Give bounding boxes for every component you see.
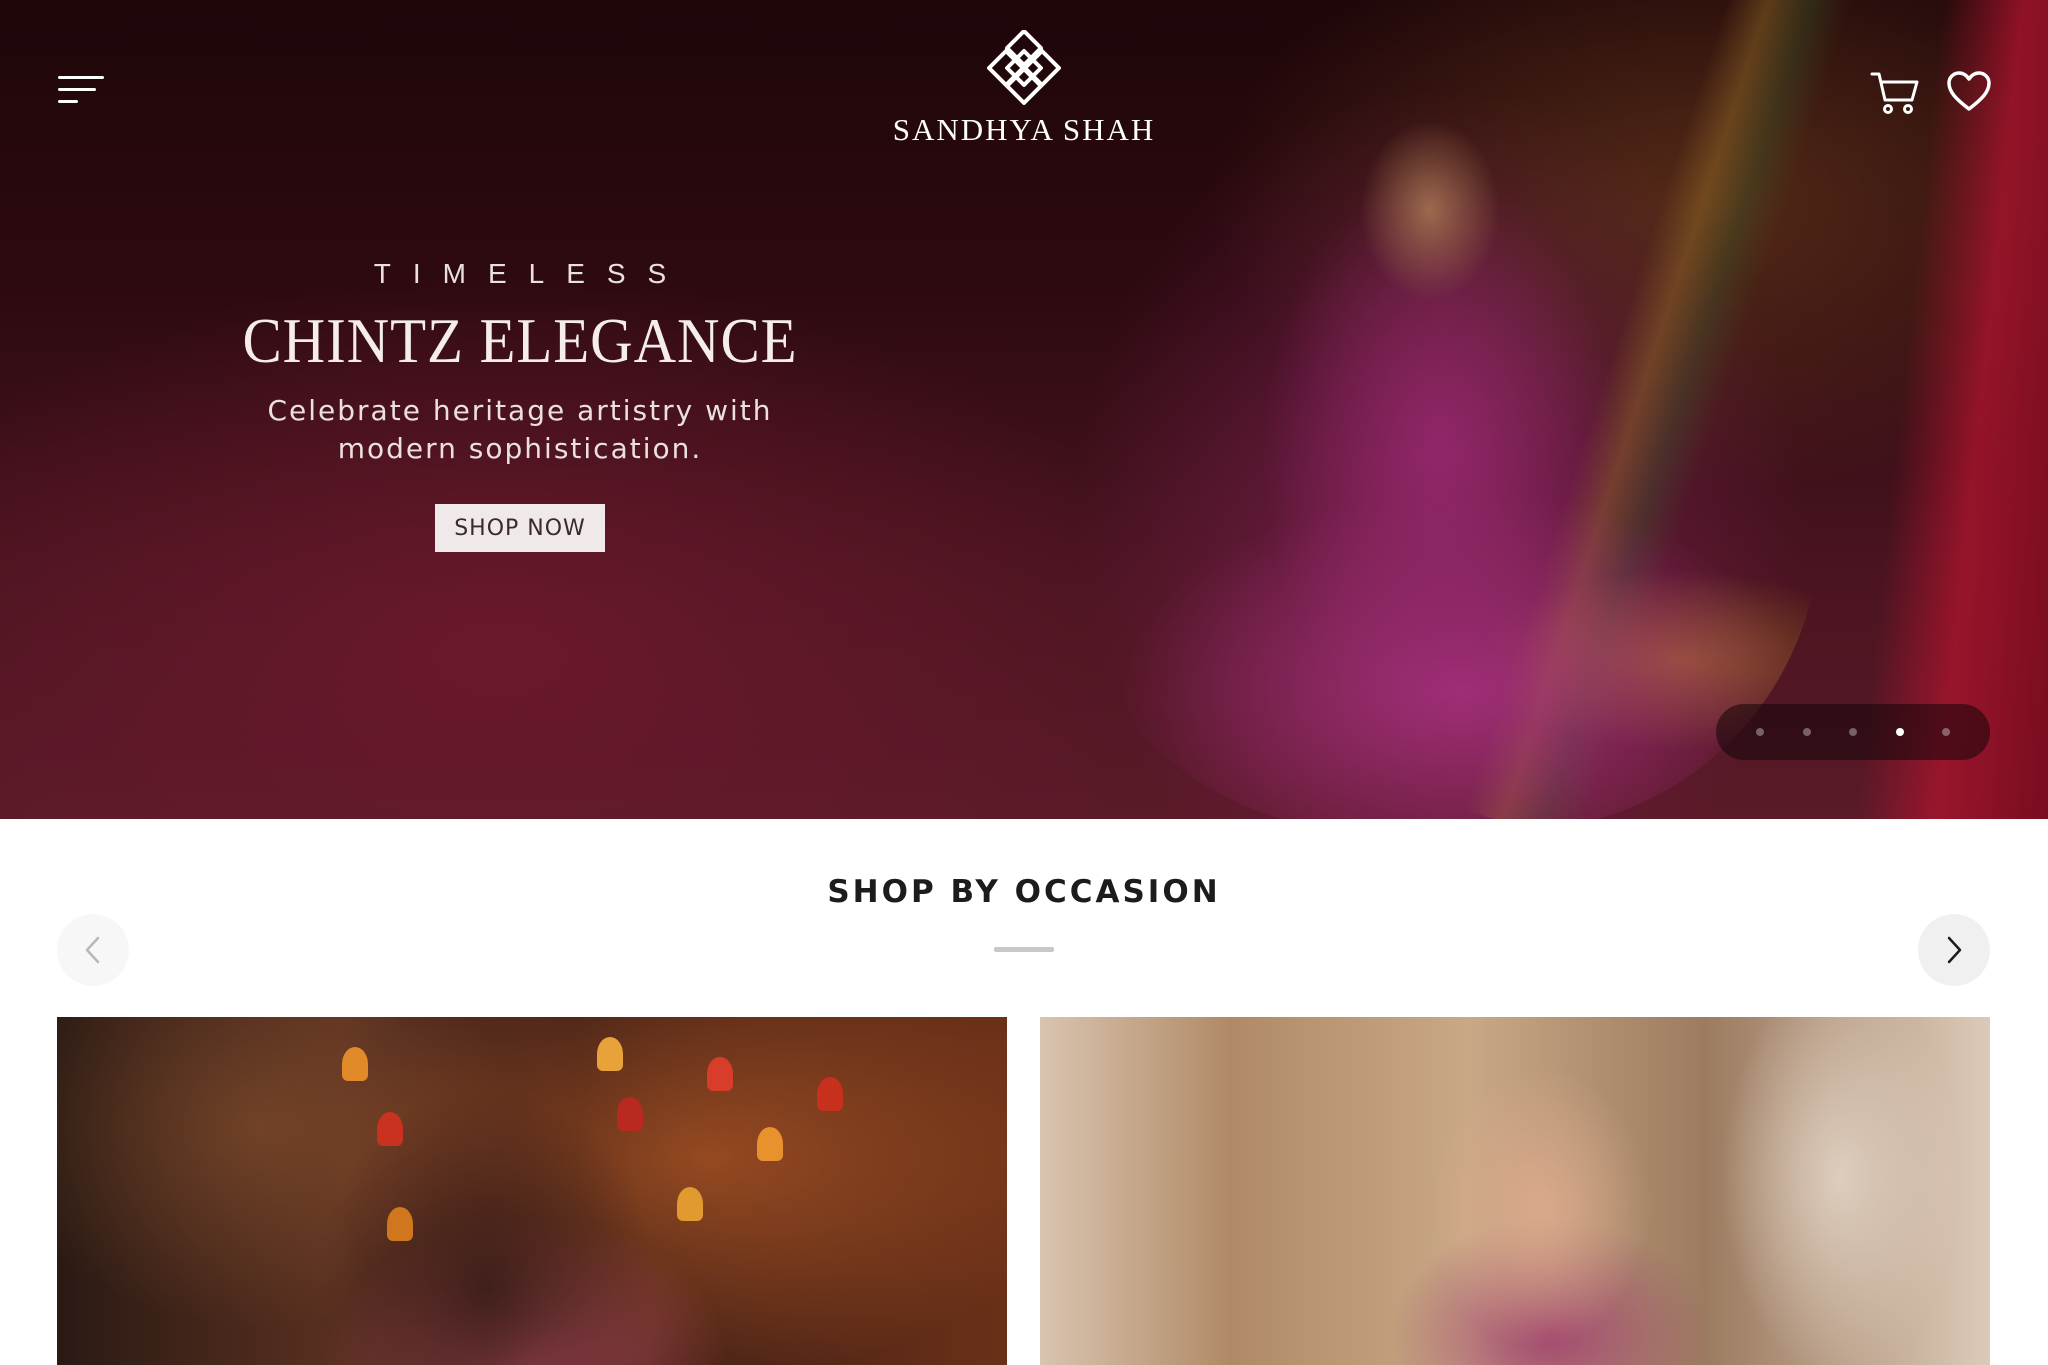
cart-icon[interactable] (1870, 70, 1920, 116)
hero-model-image (1060, 70, 1820, 819)
lantern-decoration (597, 1037, 623, 1071)
lantern-decoration (342, 1047, 368, 1081)
carousel-prev-button[interactable] (57, 914, 129, 986)
lantern-decoration (377, 1112, 403, 1146)
top-navigation: SANDHYA SHAH (0, 0, 2048, 160)
lantern-decoration (617, 1097, 643, 1131)
lantern-decoration (817, 1077, 843, 1111)
heart-icon[interactable] (1946, 70, 1992, 112)
carousel-next-button[interactable] (1918, 914, 1990, 986)
brand-logo[interactable]: SANDHYA SHAH (880, 30, 1168, 160)
occasion-card[interactable] (57, 1017, 1007, 1365)
occasion-card[interactable] (1040, 1017, 1990, 1365)
knot-logo-icon (987, 30, 1061, 105)
chevron-right-icon (1947, 936, 1962, 964)
carousel-pagination (1716, 704, 1990, 760)
hero-subtitle: Celebrate heritage artistry with modern … (267, 394, 773, 465)
hero-banner[interactable]: SANDHYA SHAH TIMELESS CHINTZ ELEGANCE Ce… (0, 0, 2048, 819)
carousel-dot[interactable] (1942, 728, 1950, 736)
shop-now-button[interactable]: SHOP NOW (435, 504, 605, 552)
brand-name: SANDHYA SHAH (892, 112, 1156, 147)
hamburger-menu-icon[interactable] (58, 74, 108, 108)
lantern-decoration (677, 1187, 703, 1221)
chevron-left-icon (85, 936, 100, 964)
carousel-dot[interactable] (1756, 728, 1764, 736)
carousel-dot[interactable] (1802, 728, 1811, 736)
title-divider (994, 947, 1054, 952)
lantern-decoration (707, 1057, 733, 1091)
hero-kicker: TIMELESS (373, 258, 689, 289)
lantern-decoration (757, 1127, 783, 1161)
lantern-decoration (387, 1207, 413, 1241)
carousel-dot-active[interactable] (1895, 728, 1904, 736)
hero-copy: TIMELESS CHINTZ ELEGANCE Celebrate herit… (200, 258, 840, 468)
carousel-dot[interactable] (1849, 728, 1857, 736)
section-title: SHOP BY OCCASION (827, 874, 1221, 910)
hero-headline: CHINTZ ELEGANCE (242, 305, 798, 376)
